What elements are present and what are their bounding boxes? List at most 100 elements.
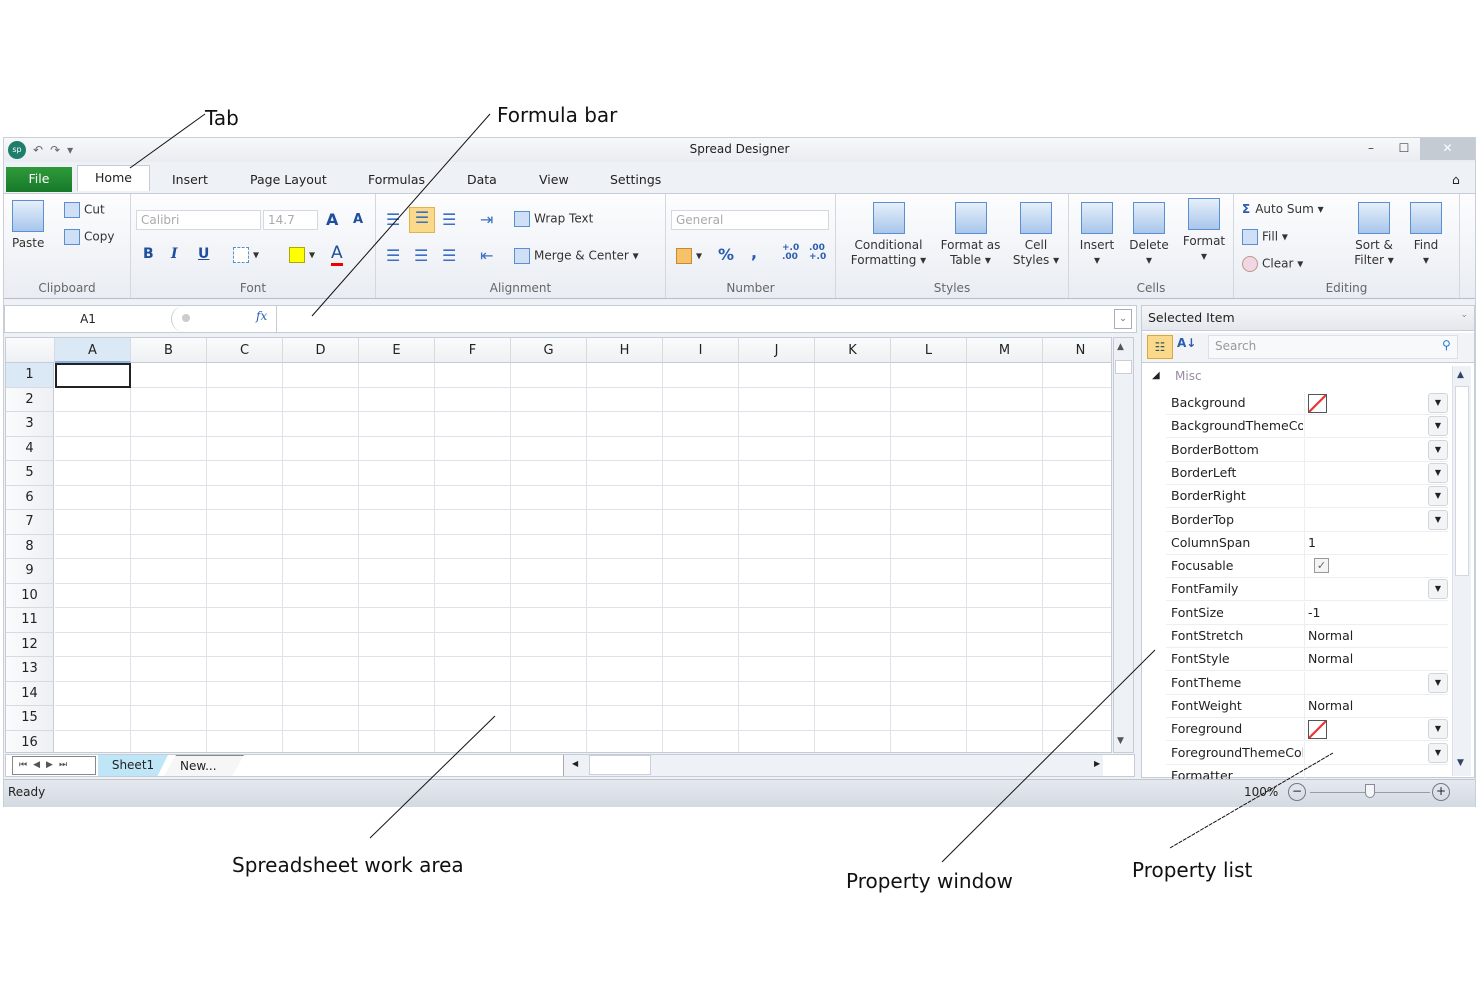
fill-button[interactable]: Fill ▾	[1242, 229, 1288, 245]
scroll-left-arrow-icon[interactable]: ◀	[572, 759, 578, 768]
row-header[interactable]: 1	[6, 363, 54, 388]
underline-button[interactable]: U	[198, 246, 209, 262]
percent-button[interactable]: %	[718, 245, 734, 264]
find-button[interactable]: Find ▾	[1406, 202, 1446, 268]
cell-N16[interactable]	[1043, 731, 1111, 753]
categorized-view-button[interactable]: ☷	[1147, 335, 1173, 359]
no-color-swatch-icon[interactable]	[1308, 394, 1327, 413]
cell-G4[interactable]	[511, 436, 587, 461]
cell-A8[interactable]	[55, 534, 131, 559]
property-row[interactable]: FontSize -1	[1166, 601, 1448, 625]
cell-N4[interactable]	[1043, 437, 1111, 461]
bold-button[interactable]: B	[143, 246, 154, 262]
comma-button[interactable]: ,	[751, 243, 757, 262]
cell-M5[interactable]	[967, 461, 1043, 486]
property-value[interactable]: -1	[1308, 605, 1320, 620]
scroll-right-arrow-icon[interactable]: ▶	[1094, 759, 1100, 768]
cell-J14[interactable]	[739, 681, 815, 706]
cell-H10[interactable]	[587, 583, 663, 608]
cell-J8[interactable]	[739, 534, 815, 559]
insert-cells-button[interactable]: Insert ▾	[1075, 202, 1119, 268]
cell-C8[interactable]	[207, 534, 283, 559]
cell-E5[interactable]	[359, 461, 435, 486]
vertical-scrollbar[interactable]: ▲ ▼	[1113, 337, 1134, 753]
cell-E8[interactable]	[359, 534, 435, 559]
cell-H14[interactable]	[587, 681, 663, 706]
cell-K6[interactable]	[815, 485, 891, 510]
cell-D1[interactable]	[283, 363, 359, 388]
row-header[interactable]: 4	[6, 436, 54, 461]
cell-A7[interactable]	[55, 510, 131, 535]
cell-B12[interactable]	[131, 632, 207, 657]
cell-K13[interactable]	[815, 657, 891, 682]
collapse-ribbon-icon[interactable]: ⌂	[1452, 168, 1460, 191]
column-header[interactable]: K	[815, 338, 891, 363]
cell-I6[interactable]	[663, 485, 739, 510]
property-value[interactable]: Normal	[1308, 628, 1353, 643]
cell-I11[interactable]	[663, 608, 739, 633]
align-top-button[interactable]: ☰	[386, 210, 400, 229]
cell-K11[interactable]	[815, 608, 891, 633]
cell-H8[interactable]	[587, 534, 663, 559]
sheet-navigation-buttons[interactable]: ⏮◀▶⏭	[12, 756, 96, 775]
cell-H6[interactable]	[587, 485, 663, 510]
property-row[interactable]: BackgroundThemeColor ▼	[1166, 415, 1448, 439]
cell-H4[interactable]	[587, 436, 663, 461]
cell-L9[interactable]	[891, 559, 967, 584]
cell-M14[interactable]	[967, 681, 1043, 706]
cell-D14[interactable]	[283, 681, 359, 706]
cell-M13[interactable]	[967, 657, 1043, 682]
sort-filter-button[interactable]: Sort & Filter ▾	[1349, 202, 1399, 268]
cell-G1[interactable]	[511, 363, 587, 388]
cell-D6[interactable]	[283, 485, 359, 510]
row-header[interactable]: 12	[6, 632, 54, 657]
cell-D11[interactable]	[283, 608, 359, 633]
cell-C1[interactable]	[207, 363, 283, 388]
cell-I14[interactable]	[663, 681, 739, 706]
cell-L2[interactable]	[891, 387, 967, 412]
cell-A15[interactable]	[55, 706, 131, 731]
sheet-tab-sheet1[interactable]: Sheet1	[98, 755, 168, 776]
cell-K14[interactable]	[815, 681, 891, 706]
cell-I4[interactable]	[663, 436, 739, 461]
alphabetical-sort-button[interactable]: A↓	[1177, 336, 1196, 350]
column-header[interactable]: B	[131, 338, 207, 363]
cell-E3[interactable]	[359, 412, 435, 437]
column-header[interactable]: N	[1043, 338, 1111, 363]
property-value[interactable]: Normal	[1308, 698, 1353, 713]
cell-I8[interactable]	[663, 534, 739, 559]
cell-J10[interactable]	[739, 583, 815, 608]
cell-G6[interactable]	[511, 485, 587, 510]
property-row[interactable]: FontFamily ▼	[1166, 578, 1448, 602]
cell-I9[interactable]	[663, 559, 739, 584]
cell-B11[interactable]	[131, 608, 207, 633]
cell-J9[interactable]	[739, 559, 815, 584]
decrease-decimal-button[interactable]: .00 +.0	[809, 244, 831, 262]
zoom-in-button[interactable]: +	[1432, 783, 1450, 801]
cell-N11[interactable]	[1043, 608, 1111, 633]
property-search-input[interactable]: Search	[1208, 335, 1458, 359]
property-row[interactable]: FontStyle Normal	[1166, 648, 1448, 672]
cell-B8[interactable]	[131, 534, 207, 559]
property-row[interactable]: BorderRight ▼	[1166, 485, 1448, 509]
cell-E9[interactable]	[359, 559, 435, 584]
cell-B7[interactable]	[131, 510, 207, 535]
cell-C14[interactable]	[207, 681, 283, 706]
align-middle-button[interactable]: ☰	[409, 207, 435, 233]
cell-H3[interactable]	[587, 412, 663, 437]
cell-K7[interactable]	[815, 510, 891, 535]
cell-A9[interactable]	[55, 559, 131, 584]
column-header[interactable]: F	[435, 338, 511, 363]
cell-J12[interactable]	[739, 632, 815, 657]
cell-I16[interactable]	[663, 730, 739, 752]
cell-I10[interactable]	[663, 583, 739, 608]
borders-button[interactable]: ▾	[233, 247, 259, 263]
cell-M16[interactable]	[967, 730, 1043, 752]
cell-M8[interactable]	[967, 534, 1043, 559]
column-header[interactable]: H	[587, 338, 663, 363]
cell-C16[interactable]	[207, 730, 283, 752]
accounting-format-button[interactable]: ▾	[676, 248, 702, 264]
cell-M11[interactable]	[967, 608, 1043, 633]
cell-N15[interactable]	[1043, 706, 1111, 731]
cell-B15[interactable]	[131, 706, 207, 731]
